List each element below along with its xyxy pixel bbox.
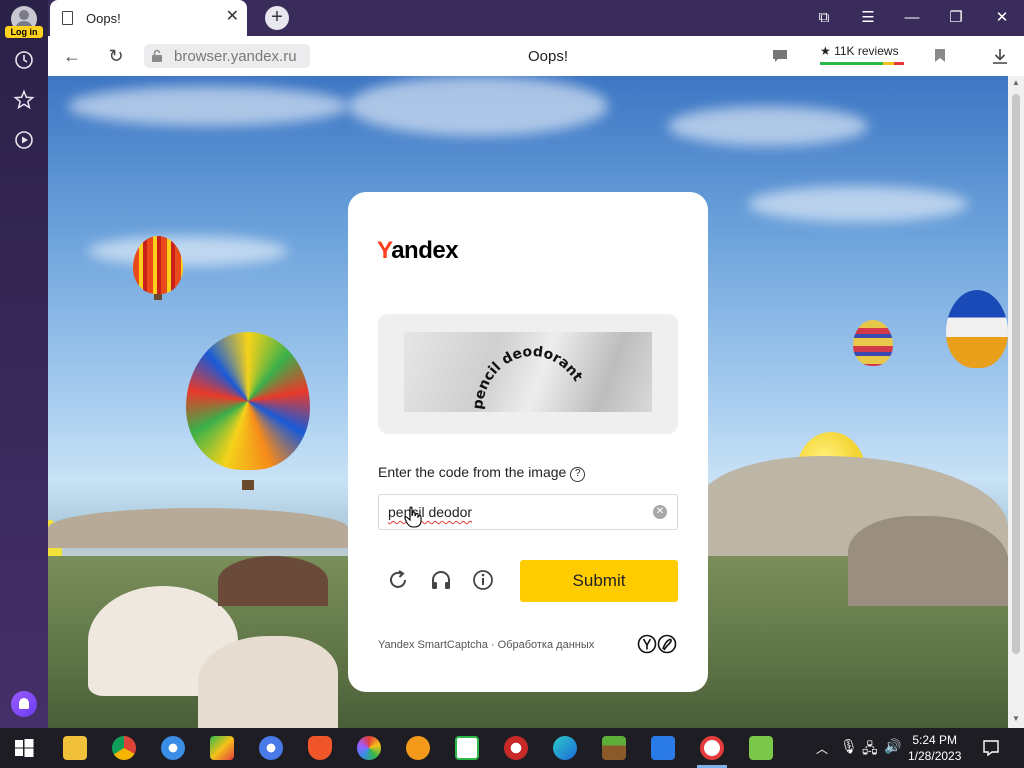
app-icon[interactable]	[210, 736, 234, 760]
page-title: Oops!	[528, 48, 569, 65]
cloud	[668, 106, 868, 146]
microphone-icon[interactable]: 🎙	[840, 738, 858, 768]
balloon-basket	[242, 480, 254, 490]
volume-icon[interactable]: 🔊	[884, 738, 901, 768]
rock-formation	[218, 556, 328, 606]
windows-start-icon[interactable]	[12, 736, 36, 760]
app-icon[interactable]	[161, 736, 185, 760]
refresh-captcha-icon[interactable]	[386, 568, 410, 592]
minimize-button[interactable]: —	[900, 8, 924, 28]
rating-bar	[820, 62, 904, 65]
chromium-icon[interactable]	[259, 736, 283, 760]
lock-icon[interactable]	[151, 49, 163, 63]
svg-text:pencil deodorant: pencil deodorant	[470, 344, 586, 411]
captcha-card: Yandex pencil deodorant Enter the code f…	[348, 192, 708, 692]
history-icon[interactable]	[13, 49, 35, 71]
captcha-input[interactable]: pencil deodor ✕	[378, 494, 678, 530]
balloon	[133, 236, 183, 294]
app-icon[interactable]	[455, 736, 479, 760]
url-field[interactable]: browser.yandex.ru	[144, 44, 310, 68]
page-scrollbar[interactable]: ▲ ▼	[1008, 76, 1024, 728]
app-icon[interactable]	[504, 736, 528, 760]
cloud	[348, 76, 608, 136]
cloud	[748, 186, 968, 222]
info-icon[interactable]	[471, 568, 495, 592]
app-icon[interactable]	[651, 736, 675, 760]
captcha-instruction: Enter the code from the image?	[378, 464, 586, 482]
bookmarks-star-icon[interactable]	[13, 89, 35, 111]
captcha-footer[interactable]: Yandex SmartCaptcha · Обработка данных	[378, 639, 594, 651]
page-icon	[62, 11, 73, 25]
balloon-basket	[154, 294, 162, 300]
hillside	[48, 508, 348, 548]
cloud	[68, 86, 348, 126]
video-play-icon[interactable]	[13, 129, 35, 151]
alice-assistant-icon[interactable]	[11, 691, 37, 717]
rock-formation	[848, 516, 1008, 606]
download-icon[interactable]	[992, 48, 1008, 64]
submit-button[interactable]: Submit	[520, 560, 678, 602]
clock-date: 1/28/2023	[908, 749, 962, 763]
help-icon[interactable]: ?	[570, 467, 586, 482]
captcha-text: pencil deodorant	[470, 344, 586, 411]
edge-icon[interactable]	[553, 736, 577, 760]
comment-icon[interactable]	[772, 49, 788, 63]
clock-time: 5:24 PM	[912, 733, 958, 747]
balloon	[853, 320, 893, 366]
notifications-icon[interactable]	[982, 739, 1000, 757]
yandex-logo: Yandex	[377, 237, 459, 264]
app-icon[interactable]	[357, 736, 381, 760]
collections-icon[interactable]: ⧉	[812, 8, 836, 28]
tab-close-icon[interactable]: ✕	[226, 8, 239, 26]
file-explorer-icon[interactable]	[63, 736, 87, 760]
captcha-input-value: pencil deodor	[388, 504, 473, 520]
taskbar: ︿ 🎙 🖧 🔊 5:24 PM 1/28/2023	[0, 728, 1024, 768]
tab-title: Oops!	[86, 11, 121, 26]
minecraft-icon[interactable]	[602, 736, 626, 760]
clock[interactable]: 5:24 PM 1/28/2023	[908, 732, 961, 764]
scroll-up-arrow[interactable]: ▲	[1008, 78, 1024, 87]
reload-button[interactable]: ↻	[106, 46, 126, 66]
browser-sidebar: Log in	[0, 0, 48, 728]
brave-icon[interactable]	[308, 736, 332, 760]
cloud	[88, 236, 288, 266]
reviews-badge[interactable]: ★ 11K reviews	[820, 44, 904, 65]
login-badge[interactable]: Log in	[5, 26, 43, 38]
balloon	[186, 332, 310, 470]
restore-button[interactable]: ❐	[944, 8, 968, 28]
hand-cursor-icon	[404, 506, 422, 528]
url-text: browser.yandex.ru	[174, 48, 297, 65]
balloon	[946, 290, 1008, 368]
new-tab-button[interactable]: +	[265, 6, 289, 30]
scroll-down-arrow[interactable]: ▼	[1008, 714, 1024, 723]
back-button[interactable]: ←	[62, 46, 82, 66]
app-icon[interactable]	[406, 736, 430, 760]
tab-oops[interactable]: Oops! ✕	[50, 0, 247, 36]
app-icon[interactable]	[749, 736, 773, 760]
reviews-text: ★ 11K reviews	[820, 44, 899, 58]
rock-formation	[198, 636, 338, 728]
clear-input-icon[interactable]: ✕	[653, 505, 667, 519]
tray-chevron-icon[interactable]: ︿	[816, 740, 828, 768]
close-window-button[interactable]: ✕	[990, 8, 1014, 28]
tab-strip: Oops! ✕ + ⧉ ☰ — ❐ ✕	[48, 0, 1024, 36]
scroll-thumb[interactable]	[1012, 94, 1020, 654]
captcha-image-frame: pencil deodorant	[378, 314, 678, 434]
yandex-browser-icon[interactable]	[700, 736, 724, 760]
yandex-smartcaptcha-logo	[637, 634, 677, 654]
network-icon[interactable]: 🖧	[862, 738, 878, 768]
audio-captcha-icon[interactable]	[429, 568, 453, 592]
address-bar: ← ↻ browser.yandex.ru Oops! ★ 11K review…	[48, 36, 1024, 76]
chrome-icon[interactable]	[112, 736, 136, 760]
bookmark-icon[interactable]	[934, 48, 946, 63]
menu-icon[interactable]: ☰	[856, 8, 880, 28]
captcha-image: pencil deodorant	[404, 332, 652, 412]
